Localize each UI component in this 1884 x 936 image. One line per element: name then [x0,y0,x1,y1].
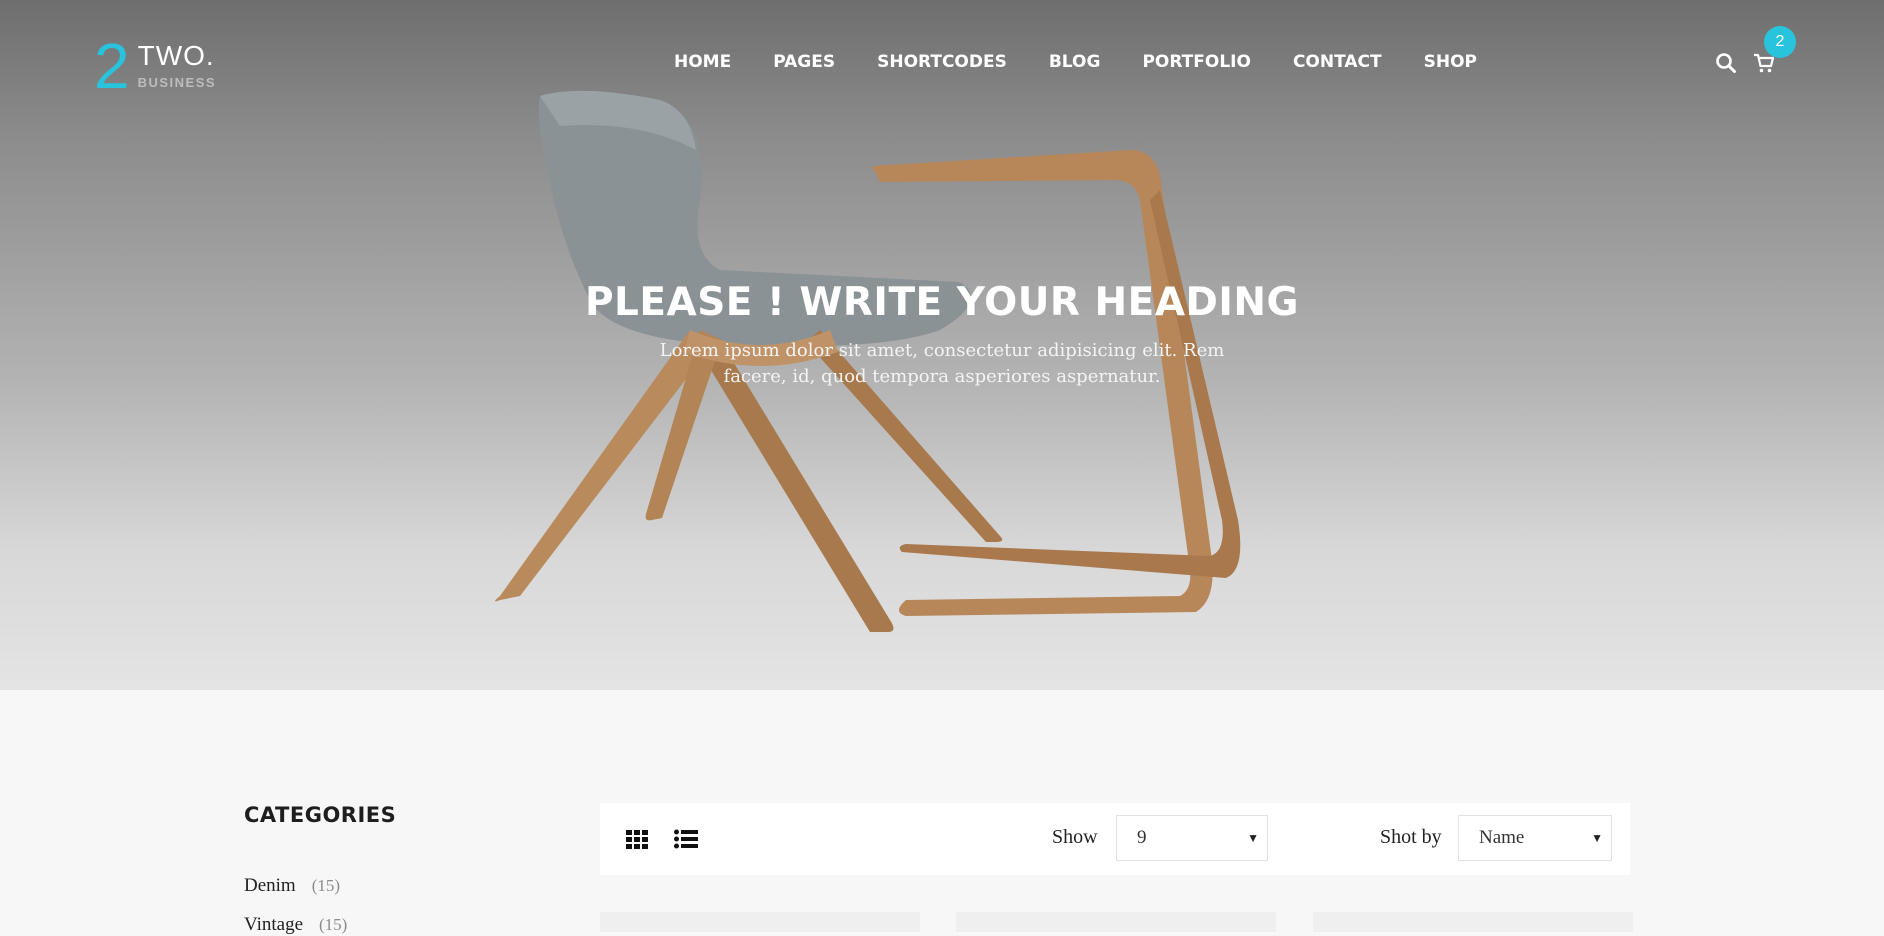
chevron-down-icon: ▼ [1247,831,1259,845]
sort-label: Shot by [1380,826,1442,848]
nav-item-shop[interactable]: SHOP [1424,52,1477,72]
category-label: Vintage [244,914,304,935]
categories-title: CATEGORIES [244,803,397,827]
nav-item-portfolio[interactable]: PORTFOLIO [1142,52,1251,72]
nav-item-contact[interactable]: CONTACT [1293,52,1382,72]
nav-item-pages[interactable]: PAGES [773,52,835,72]
grid-icon[interactable] [626,828,648,850]
nav-item-shortcodes[interactable]: SHORTCODES [877,52,1007,72]
category-item[interactable]: Denim (15) [244,875,340,897]
show-count-select[interactable]: 9 ▼ [1116,815,1268,861]
hero-subtitle: Lorem ipsum dolor sit amet, consectetur … [659,340,1225,387]
logo-tagline: BUSINESS [137,75,217,90]
category-count: (15) [311,876,341,895]
product-card[interactable] [600,912,920,932]
category-label: Denim [244,875,296,896]
nav-item-home[interactable]: HOME [674,52,731,72]
cart-count-badge: 2 [1764,26,1796,58]
show-label: Show [1052,826,1098,848]
category-count: (15) [319,915,348,934]
main-nav: HOME PAGES SHORTCODES BLOG PORTFOLIO CON… [674,52,1477,72]
logo-name: TWO. [137,40,215,71]
sort-by-select[interactable]: Name ▼ [1458,815,1612,861]
logo-number: 2 [94,30,130,102]
nav-item-blog[interactable]: BLOG [1049,52,1101,72]
show-count-value: 9 [1137,827,1147,848]
search-icon[interactable] [1715,52,1737,74]
hero-title: PLEASE ! WRITE YOUR HEADING [584,280,1300,325]
product-card[interactable] [1313,912,1633,932]
chevron-down-icon: ▼ [1591,831,1603,845]
sort-by-value: Name [1479,827,1525,848]
product-card[interactable] [956,912,1276,932]
site-logo[interactable]: 2 TWO. BUSINESS [94,30,217,102]
logo-text: TWO. BUSINESS [137,38,217,91]
category-item[interactable]: Vintage (15) [244,914,347,936]
list-icon[interactable] [674,828,698,850]
